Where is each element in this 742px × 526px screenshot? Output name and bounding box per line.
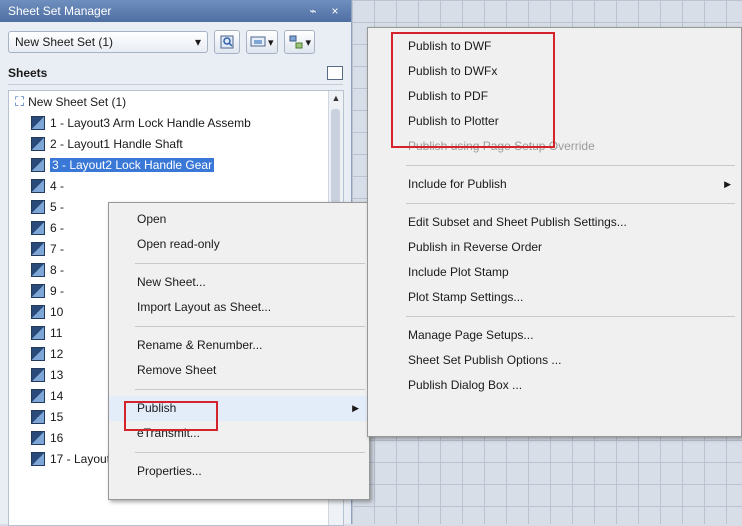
tree-item-label: 7 - [50,241,65,256]
scroll-up-arrow-icon[interactable]: ▲ [329,91,343,105]
sheet-icon [31,430,45,445]
sheets-tab-header: Sheets [8,62,343,85]
menu-separator [406,316,735,317]
menu-separator [406,203,735,204]
tree-root-sheet-set[interactable]: ⛶ New Sheet Set (1) [9,91,343,112]
view-toggle-icon[interactable] [327,66,343,80]
submenu-set-publish-options[interactable]: Sheet Set Publish Options ... [368,348,741,373]
sheet-icon [31,136,45,151]
tree-item-3-selected[interactable]: 3 - Layout2 Lock Handle Gear [9,154,343,175]
sheet-set-dropdown[interactable]: New Sheet Set (1) ▾ [8,31,208,53]
sheet-icon [31,178,45,193]
sheet-icon [31,220,45,235]
sheet-icon [31,451,45,466]
menu-separator [135,452,365,453]
tree-item-label: 9 - [50,283,65,298]
submenu-publish-dialog[interactable]: Publish Dialog Box ... [368,373,741,398]
tree-item-label: 15 [50,409,64,424]
tree-item-label: 6 - [50,220,65,235]
menu-separator [135,263,365,264]
tree-item-4[interactable]: 4 - [9,175,343,196]
palette-toolbar: New Sheet Set (1) ▾ ▾ ▾ [0,22,351,62]
submenu-manage-page-setups[interactable]: Manage Page Setups... [368,323,741,348]
submenu-reverse-order[interactable]: Publish in Reverse Order [368,235,741,260]
tree-item-label: 13 [50,367,64,382]
tree-item-1[interactable]: 1 - Layout3 Arm Lock Handle Assemb [9,112,343,133]
menu-item-properties[interactable]: Properties... [109,459,369,484]
tree-item-2[interactable]: 2 - Layout1 Handle Shaft [9,133,343,154]
sheet-set-icon: ⛶ [15,93,25,109]
tree-item-label: 14 [50,388,64,403]
menu-separator [406,165,735,166]
menu-item-open-read-only[interactable]: Open read-only [109,232,369,257]
tree-item-label: 3 - Layout2 Lock Handle Gear [50,157,215,172]
chevron-down-icon: ▾ [268,36,274,49]
tree-item-label: 8 - [50,262,65,277]
tree-item-label: 5 - [50,199,65,214]
sheet-list-icon [289,35,303,49]
sheet-icon [31,157,45,172]
submenu-edit-subset[interactable]: Edit Subset and Sheet Publish Settings..… [368,210,741,235]
chevron-down-icon: ▾ [305,36,312,49]
sheet-icon [31,262,45,277]
sheet-icon [31,367,45,382]
close-icon[interactable]: × [327,4,343,18]
tree-item-label: 16 [50,430,64,445]
tree-item-label: 12 [50,346,64,361]
sheet-context-menu: Open Open read-only New Sheet... Import … [108,202,370,500]
sheet-icon [31,304,45,319]
menu-item-open[interactable]: Open [109,207,369,232]
submenu-arrow-icon: ▶ [724,179,731,189]
submenu-plot-stamp-settings[interactable]: Plot Stamp Settings... [368,285,741,310]
sheet-set-dropdown-value: New Sheet Set (1) [15,35,114,49]
submenu-arrow-icon: ▶ [352,403,359,413]
submenu-include-for-publish-label: Include for Publish [408,177,507,191]
sheet-icon [31,115,45,130]
menu-separator [135,389,365,390]
publish-highlight-box [124,401,218,431]
sheet-icon [31,325,45,340]
tree-root-label: New Sheet Set (1) [28,94,127,109]
publish-icon [250,36,266,47]
sheet-icon [31,199,45,214]
sheet-icon [31,409,45,424]
tree-item-label: 4 - [50,178,65,193]
submenu-include-plot-stamp[interactable]: Include Plot Stamp [368,260,741,285]
publish-preview-button[interactable] [214,30,240,54]
tree-item-label: 2 - Layout1 Handle Shaft [50,136,183,151]
sheet-icon [31,241,45,256]
sheets-label: Sheets [8,66,48,80]
menu-item-remove-sheet[interactable]: Remove Sheet [109,358,369,383]
publish-options-highlight-box [391,32,555,148]
magnifier-sheet-icon [220,35,234,49]
menu-item-rename-renumber[interactable]: Rename & Renumber... [109,333,369,358]
sheet-icon [31,283,45,298]
tree-item-label: 1 - Layout3 Arm Lock Handle Assemb [50,115,251,130]
tree-item-label: 10 [50,304,64,319]
sheet-icon [31,388,45,403]
tree-item-label: 11 [50,325,63,340]
menu-item-import-layout[interactable]: Import Layout as Sheet... [109,295,369,320]
chevron-down-icon: ▾ [194,35,201,49]
menu-item-new-sheet[interactable]: New Sheet... [109,270,369,295]
pin-icon[interactable]: ⌁ [305,4,321,18]
sheet-icon [31,346,45,361]
publish-button[interactable]: ▾ [246,30,278,54]
submenu-include-for-publish[interactable]: Include for Publish ▶ [368,172,741,197]
palette-title: Sheet Set Manager [8,4,112,18]
sheet-selections-button[interactable]: ▾ [283,30,316,54]
menu-separator [135,326,365,327]
palette-title-bar[interactable]: Sheet Set Manager ⌁ × [0,0,351,22]
